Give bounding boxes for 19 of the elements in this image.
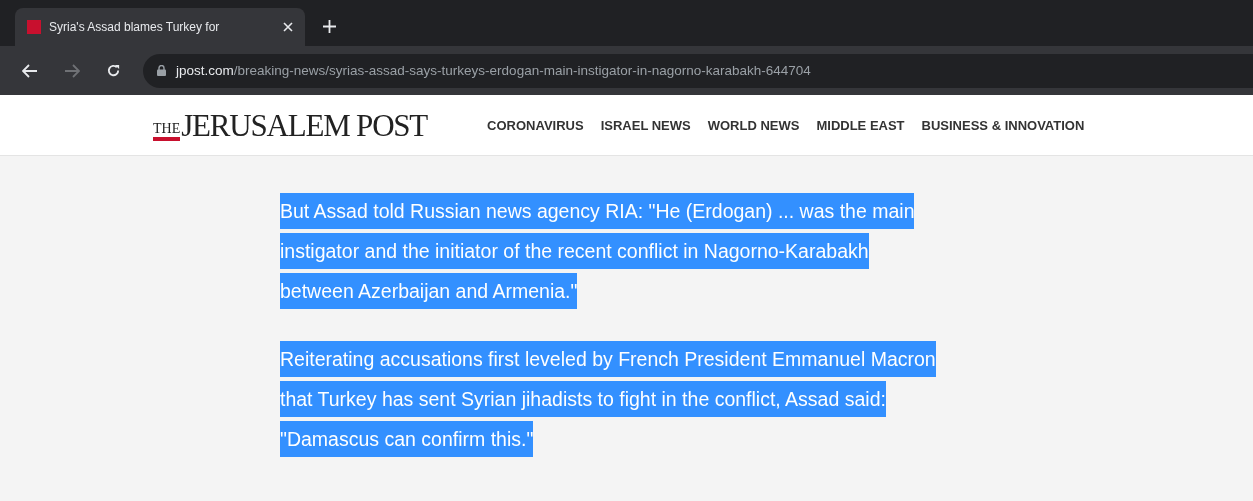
new-tab-icon[interactable] xyxy=(323,20,336,33)
article-paragraph: But Assad told Russian news agency RIA: "He (Erdogan) ... was the main instigator and the initiator of the recent conflict in Nagorno-Karabakh between Azerbaijan and Armenia." xyxy=(280,191,1253,311)
lock-icon xyxy=(157,65,166,76)
article-paragraph: Reiterating accusations first leveled by French President Emmanuel Macron that Turkey has sent Syrian jihadists to fight in the conflict, Assad said: "Damascus can confirm this." xyxy=(280,339,1253,459)
address-bar[interactable]: jpost.com/breaking-news/syrias-assad-says-turkeys-erdogan-main-instigator-in-nagorno-karabakh-644704 xyxy=(143,53,1253,88)
back-icon[interactable] xyxy=(22,63,38,78)
nav-link[interactable]: MIDDLE EAST xyxy=(816,117,905,133)
browser-tab[interactable]: Syria's Assad blames Turkey for xyxy=(15,8,305,46)
nav-link[interactable]: ISRAEL NEWS xyxy=(600,117,691,133)
tab-title: Syria's Assad blames Turkey for xyxy=(49,20,221,34)
close-icon[interactable] xyxy=(283,22,293,32)
nav-link[interactable]: CORONAVIRUS xyxy=(487,117,584,133)
site-logo[interactable]: THEJERUSALEM POST xyxy=(153,109,428,141)
url-text: jpost.com/breaking-news/syrias-assad-says-turkeys-erdogan-main-instigator-in-nagorno-karabakh-644704 xyxy=(176,63,811,78)
nav-link[interactable]: BUSINESS & INNOVATION xyxy=(921,117,1085,133)
site-favicon-icon xyxy=(27,20,41,34)
nav-link[interactable]: WORLD NEWS xyxy=(707,117,800,133)
forward-icon[interactable] xyxy=(64,63,80,78)
reload-icon[interactable] xyxy=(106,63,121,78)
